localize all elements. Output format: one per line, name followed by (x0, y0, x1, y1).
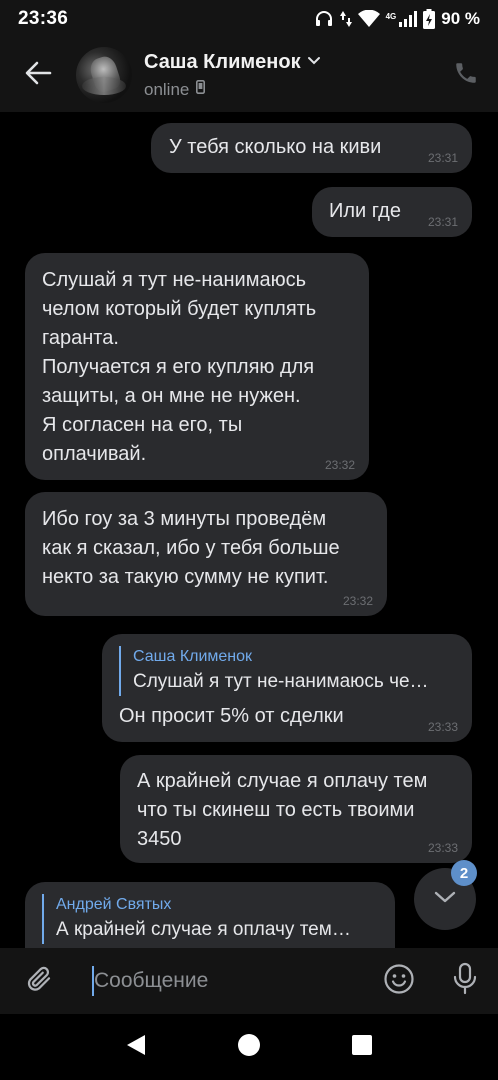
square-recents-icon (351, 1034, 372, 1060)
phone-icon (453, 60, 479, 91)
message-time: 23:31 (427, 151, 458, 165)
mobile-device-icon (196, 80, 206, 99)
message-text: Ибо гоу за 3 минуты проведём как я сказа… (42, 508, 340, 588)
message-text: Слушай я тут не-нанимаюсь челом который … (42, 269, 317, 465)
network-type: 4G (385, 11, 397, 21)
data-arrows-icon (339, 10, 352, 28)
reply-author: Андрей Святых (56, 896, 172, 913)
microphone-icon (451, 962, 479, 1001)
chevron-down-icon (307, 53, 321, 71)
nav-home-button[interactable] (225, 1023, 273, 1071)
unread-badge: 2 (451, 860, 477, 886)
signal-icon (399, 11, 418, 27)
message-text: А крайней случае я оплачу тем что ты ски… (137, 770, 428, 850)
message-time: 23:33 (427, 720, 458, 734)
reply-author: Саша Клименок (133, 648, 253, 665)
battery-level: 90 % (441, 9, 480, 28)
message-outgoing[interactable]: У тебя сколько на киви 23:31 (151, 123, 472, 173)
back-button[interactable] (0, 38, 76, 112)
contact-name: Саша Клименок (144, 50, 301, 73)
message-text: У тебя сколько на киви (169, 136, 382, 158)
chat-header: Саша Клименок online (0, 38, 498, 112)
avatar[interactable] (76, 47, 132, 103)
wifi-icon (357, 10, 380, 28)
message-outgoing[interactable]: А крайней случае я оплачу тем что ты ски… (120, 755, 472, 863)
message-incoming[interactable]: Ибо гоу за 3 минуты проведём как я сказа… (25, 492, 387, 616)
system-navigation-bar (0, 1014, 498, 1080)
reply-snippet: Слушай я тут не-нанимаюсь че… (133, 671, 429, 692)
message-time: 23:32 (342, 594, 373, 608)
nav-back-button[interactable] (112, 1023, 160, 1071)
circle-home-icon (237, 1033, 261, 1062)
message-outgoing[interactable]: Или где 23:31 (312, 187, 472, 237)
nav-recents-button[interactable] (338, 1023, 386, 1071)
message-composer: Сообщение (0, 948, 498, 1014)
message-time: 23:31 (427, 215, 458, 229)
message-incoming[interactable]: Слушай я тут не-нанимаюсь челом который … (25, 253, 369, 480)
contact-status: online (144, 79, 190, 99)
message-time: 23:33 (427, 841, 458, 855)
message-incoming-reply[interactable]: Андрей Святых А крайней случае я оплачу … (25, 882, 395, 948)
chevron-down-icon (433, 889, 457, 910)
battery-charging-icon (423, 9, 436, 29)
message-text: Он просит 5% от сделки (119, 705, 344, 727)
status-bar: 23:36 4G 90 % (0, 0, 498, 38)
paperclip-icon (24, 964, 54, 999)
message-input[interactable]: Сообщение (78, 948, 366, 1014)
status-time: 23:36 (18, 8, 69, 29)
headset-icon (314, 9, 334, 29)
triangle-back-icon (125, 1034, 147, 1061)
arrow-left-icon (24, 59, 52, 92)
reply-quote[interactable]: Андрей Святых А крайней случае я оплачу … (42, 894, 381, 944)
message-outgoing-reply[interactable]: Саша Клименок Слушай я тут не-нанимаюсь … (102, 634, 472, 742)
emoji-button[interactable] (366, 948, 432, 1014)
status-icons: 4G 90 % (314, 9, 480, 29)
attach-button[interactable] (0, 948, 78, 1014)
reply-snippet: А крайней случае я оплачу тем… (56, 919, 351, 940)
message-placeholder: Сообщение (94, 969, 209, 992)
call-button[interactable] (434, 38, 498, 112)
message-time: 23:32 (324, 458, 355, 472)
reply-quote[interactable]: Саша Клименок Слушай я тут не-нанимаюсь … (119, 646, 458, 696)
message-list[interactable]: У тебя сколько на киви 23:31 Или где 23:… (0, 112, 498, 948)
smiley-icon (383, 963, 415, 1000)
voice-message-button[interactable] (432, 948, 498, 1014)
contact-info[interactable]: Саша Клименок online (144, 51, 434, 100)
